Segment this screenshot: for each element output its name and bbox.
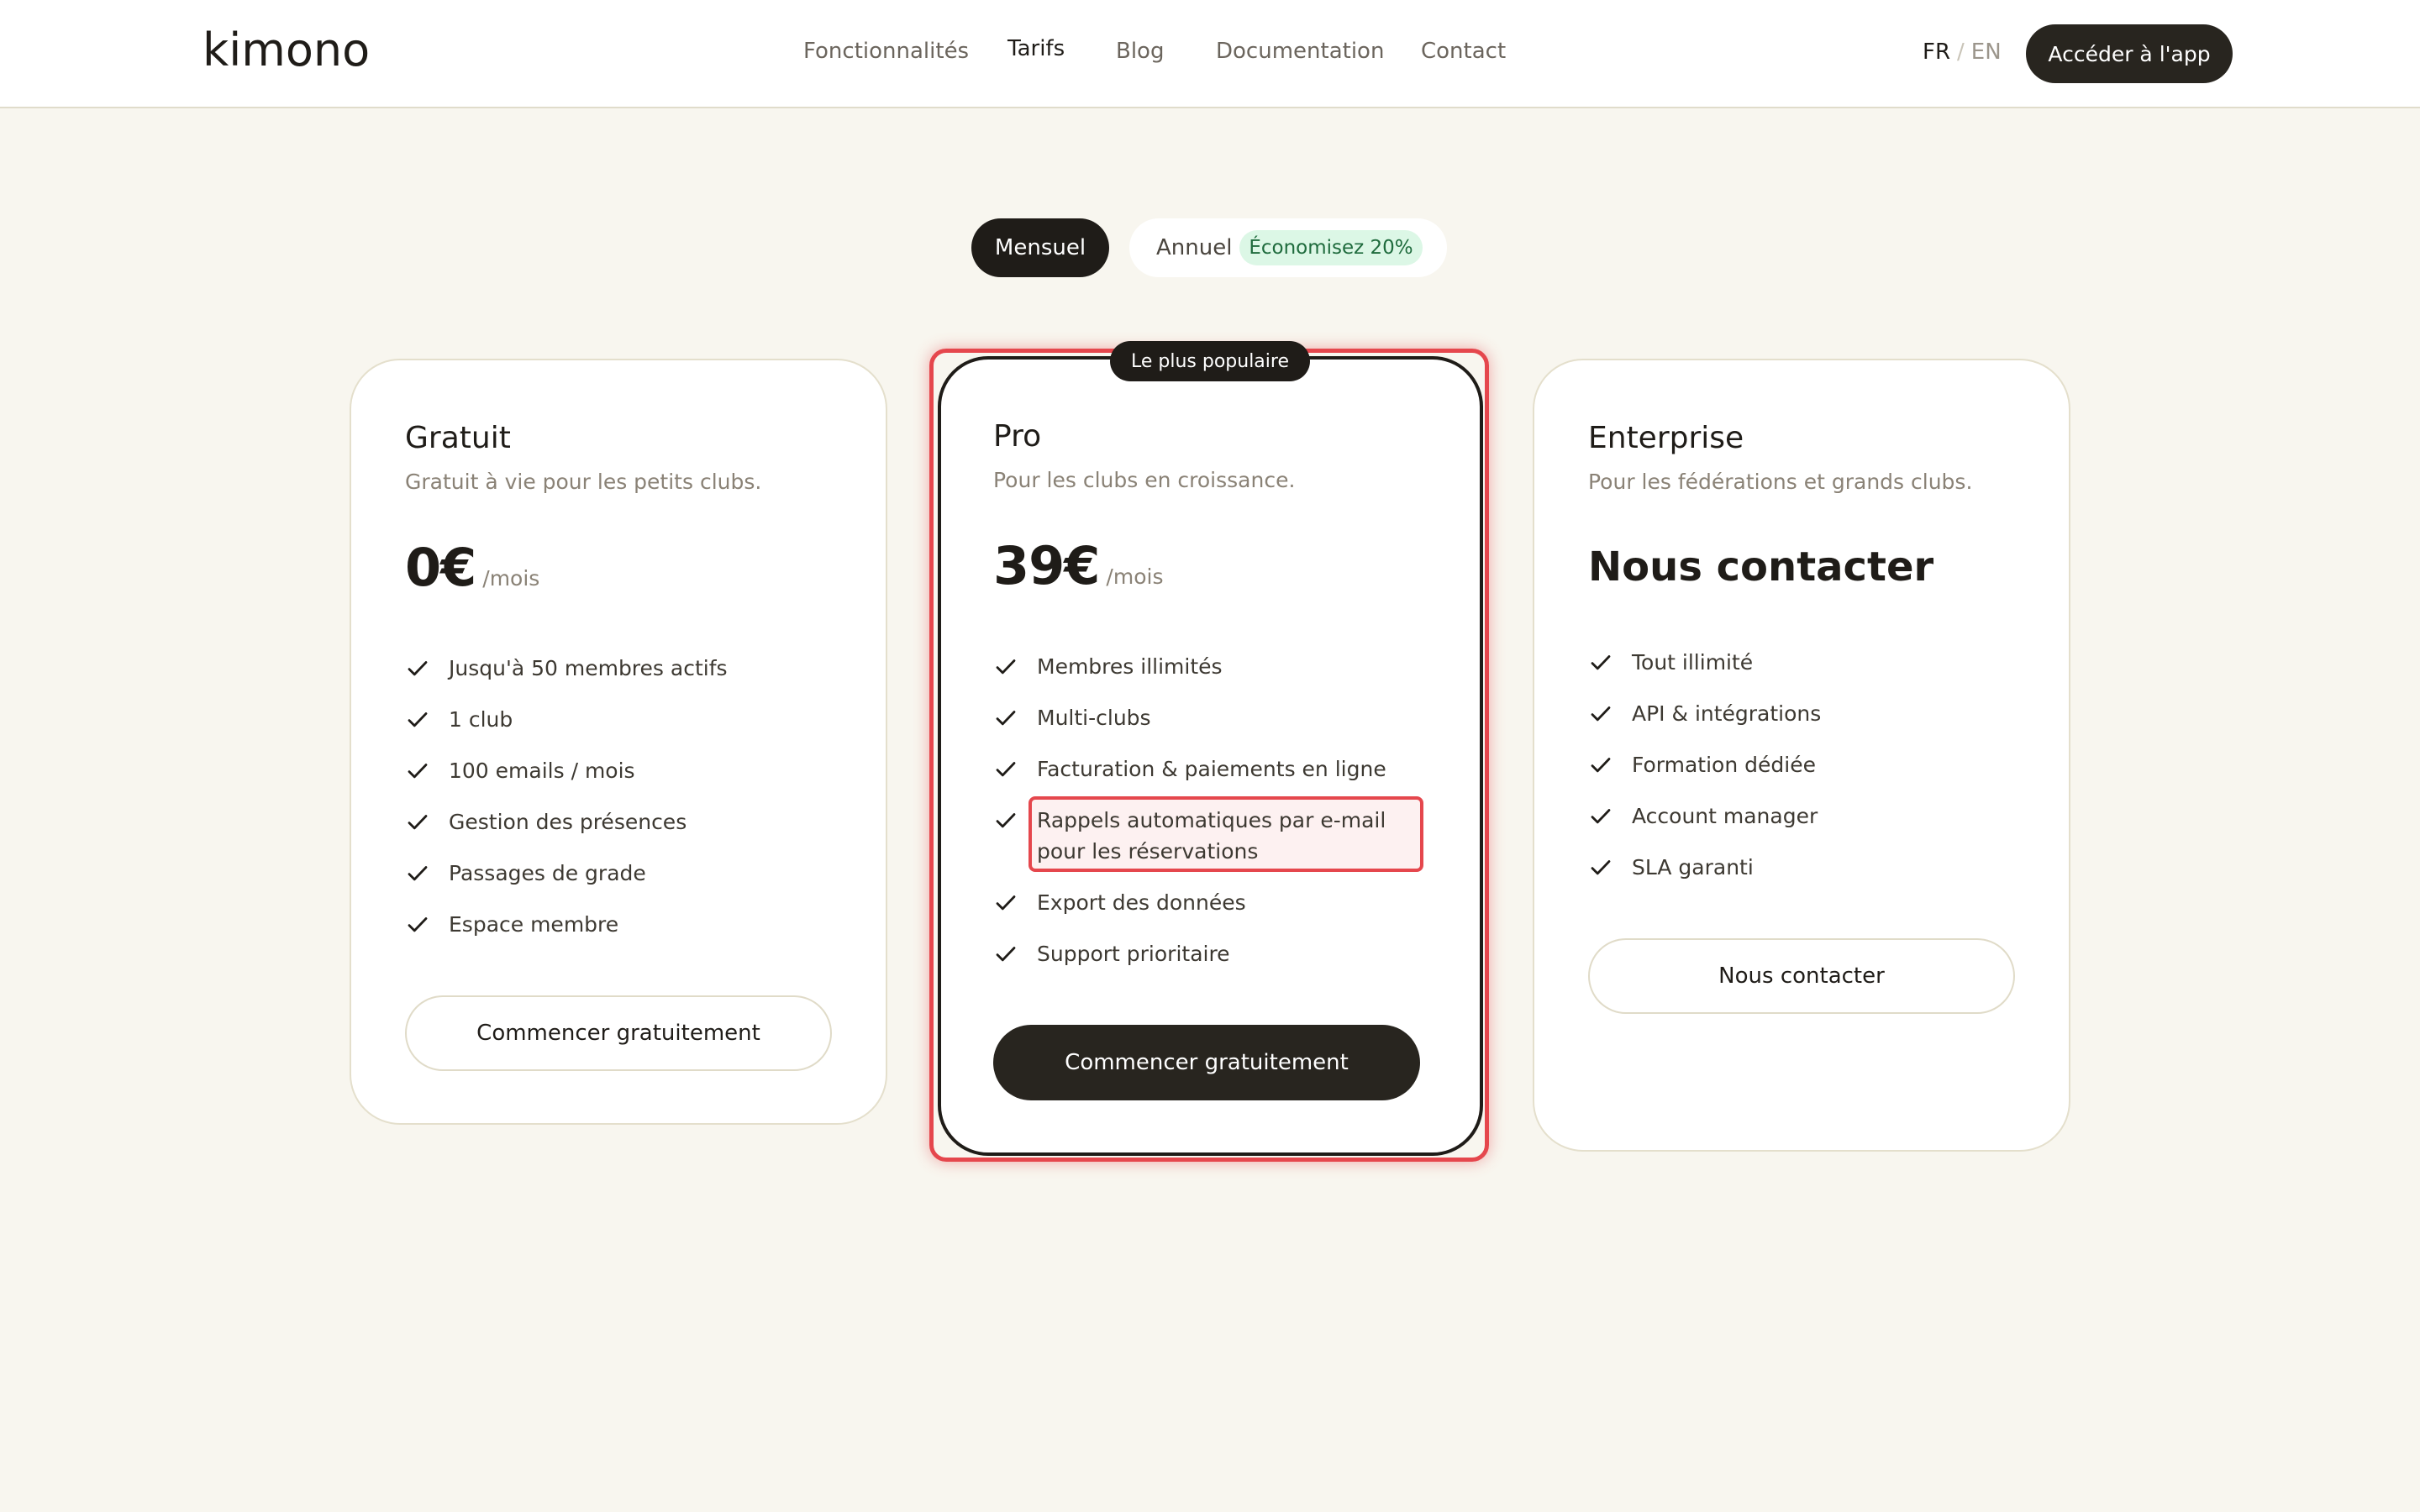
feature-item: Account manager bbox=[1588, 801, 2025, 832]
check-icon bbox=[408, 815, 428, 830]
contact-sales-button[interactable]: Nous contacter bbox=[1588, 938, 2015, 1014]
billing-annual-tab[interactable]: Annuel Économisez 20% bbox=[1129, 218, 1447, 277]
nav-item-fonctionnalites[interactable]: Fonctionnalités bbox=[803, 39, 969, 64]
check-icon bbox=[996, 762, 1016, 777]
feature-item: Multi-clubs bbox=[993, 702, 1430, 733]
start-free-button[interactable]: Commencer gratuitement bbox=[405, 995, 832, 1071]
start-pro-button[interactable]: Commencer gratuitement bbox=[993, 1025, 1420, 1100]
nav-item-tarifs[interactable]: Tarifs bbox=[1007, 36, 1065, 61]
feature-label: Tout illimité bbox=[1632, 650, 1754, 675]
plan-description: Gratuit à vie pour les petits clubs. bbox=[405, 470, 762, 494]
language-switcher: FR / EN bbox=[1923, 39, 2002, 65]
feature-list: Jusqu'à 50 membres actifs 1 club 100 ema… bbox=[405, 653, 842, 960]
feature-item: Tout illimité bbox=[1588, 647, 2025, 678]
nav-item-documentation[interactable]: Documentation bbox=[1216, 39, 1384, 64]
nav-item-contact[interactable]: Contact bbox=[1421, 39, 1506, 64]
check-icon bbox=[408, 661, 428, 676]
plan-title: Pro bbox=[993, 419, 1042, 454]
feature-label: Multi-clubs bbox=[1037, 706, 1151, 730]
check-icon bbox=[996, 711, 1016, 726]
feature-item: Espace membre bbox=[405, 909, 842, 940]
save-badge: Économisez 20% bbox=[1239, 230, 1423, 265]
price-amount: 0€ bbox=[405, 537, 476, 598]
feature-label: Account manager bbox=[1632, 804, 1818, 828]
check-icon bbox=[408, 712, 428, 727]
lang-separator: / bbox=[1957, 39, 1965, 65]
plan-card-enterprise: Enterprise Pour les fédérations et grand… bbox=[1533, 359, 2070, 1152]
feature-item: Formation dédiée bbox=[1588, 749, 2025, 780]
lang-en[interactable]: EN bbox=[1971, 39, 2002, 65]
check-icon bbox=[996, 895, 1016, 911]
plan-card-pro: Pro Pour les clubs en croissance. 39€/mo… bbox=[938, 356, 1483, 1156]
plan-price: Nous contacter bbox=[1588, 543, 1934, 591]
feature-item: Export des données bbox=[993, 887, 1430, 918]
plan-price: 0€/mois bbox=[405, 537, 539, 598]
feature-label: Espace membre bbox=[449, 912, 619, 937]
top-header: kimono Fonctionnalités Tarifs Blog Docum… bbox=[0, 0, 2420, 108]
feature-item: API & intégrations bbox=[1588, 698, 2025, 729]
feature-item-highlighted: Rappels automatiques par e-mail pour les… bbox=[993, 796, 1430, 872]
plan-title: Enterprise bbox=[1588, 421, 1744, 455]
feature-label: Export des données bbox=[1037, 890, 1246, 915]
check-icon bbox=[996, 947, 1016, 962]
feature-item: Membres illimités bbox=[993, 651, 1430, 682]
feature-list: Membres illimités Multi-clubs Facturatio… bbox=[993, 651, 1430, 990]
billing-monthly-tab[interactable]: Mensuel bbox=[971, 218, 1109, 277]
feature-label: Support prioritaire bbox=[1037, 942, 1230, 966]
plan-description: Pour les clubs en croissance. bbox=[993, 468, 1296, 492]
billing-annual-label: Annuel bbox=[1156, 235, 1233, 260]
check-icon bbox=[1591, 860, 1611, 875]
check-icon bbox=[408, 917, 428, 932]
feature-item: Jusqu'à 50 membres actifs bbox=[405, 653, 842, 684]
feature-label: Gestion des présences bbox=[449, 810, 687, 834]
feature-label: 1 club bbox=[449, 707, 513, 732]
price-amount: 39€ bbox=[993, 535, 1100, 596]
plan-card-free: Gratuit Gratuit à vie pour les petits cl… bbox=[350, 359, 887, 1125]
feature-label: 100 emails / mois bbox=[449, 759, 635, 783]
feature-item: Passages de grade bbox=[405, 858, 842, 889]
feature-item: Facturation & paiements en ligne bbox=[993, 753, 1430, 785]
price-period: /mois bbox=[482, 566, 540, 591]
check-icon bbox=[1591, 758, 1611, 773]
nav-item-blog[interactable]: Blog bbox=[1116, 39, 1164, 64]
feature-label: Passages de grade bbox=[449, 861, 646, 885]
feature-item: 100 emails / mois bbox=[405, 755, 842, 786]
feature-item: 1 club bbox=[405, 704, 842, 735]
plan-price: 39€/mois bbox=[993, 535, 1163, 596]
feature-list: Tout illimité API & intégrations Formati… bbox=[1588, 647, 2025, 903]
feature-label: SLA garanti bbox=[1632, 855, 1754, 879]
feature-item: SLA garanti bbox=[1588, 852, 2025, 883]
lang-fr[interactable]: FR bbox=[1923, 39, 1950, 65]
feature-label: Jusqu'à 50 membres actifs bbox=[449, 656, 728, 680]
feature-label: API & intégrations bbox=[1632, 701, 1822, 726]
check-icon bbox=[408, 764, 428, 779]
most-popular-badge: Le plus populaire bbox=[1110, 341, 1310, 381]
open-app-button[interactable]: Accéder à l'app bbox=[2026, 24, 2233, 83]
feature-item: Gestion des présences bbox=[405, 806, 842, 837]
check-icon bbox=[1591, 809, 1611, 824]
feature-label: Membres illimités bbox=[1037, 654, 1223, 679]
check-icon bbox=[1591, 655, 1611, 670]
plan-title: Gratuit bbox=[405, 421, 511, 455]
feature-item: Support prioritaire bbox=[993, 938, 1430, 969]
check-icon bbox=[1591, 706, 1611, 722]
feature-label: Formation dédiée bbox=[1632, 753, 1816, 777]
check-icon bbox=[996, 659, 1016, 675]
check-icon bbox=[408, 866, 428, 881]
plan-description: Pour les fédérations et grands clubs. bbox=[1588, 470, 1973, 494]
feature-label: Facturation & paiements en ligne bbox=[1037, 757, 1386, 781]
price-period: /mois bbox=[1106, 564, 1164, 589]
check-icon bbox=[996, 813, 1016, 828]
